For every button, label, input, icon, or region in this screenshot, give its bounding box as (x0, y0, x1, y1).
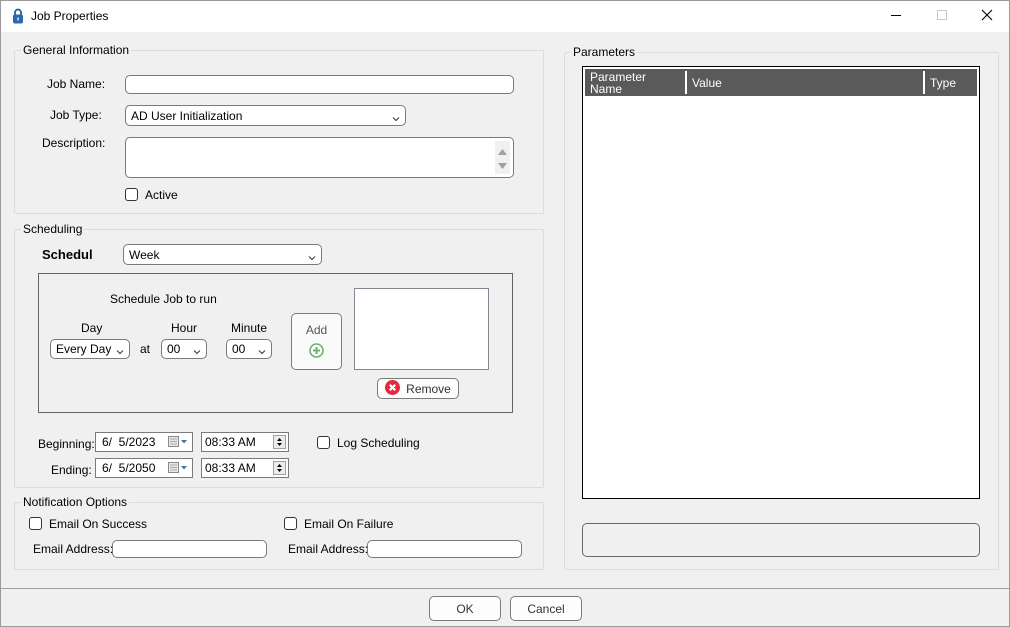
log-scheduling-label: Log Scheduling (337, 436, 420, 450)
hour-value: 00 (167, 342, 181, 356)
ending-label: Ending: (51, 463, 92, 477)
ending-date-value: 6/ 5/2050 (102, 461, 156, 475)
close-icon (981, 9, 993, 24)
window-title: Job Properties (31, 9, 109, 23)
notification-options-legend: Notification Options (21, 495, 130, 509)
add-circle-icon (309, 342, 324, 361)
beginning-date-picker[interactable]: 6/ 5/2023 (95, 432, 193, 452)
log-scheduling-checkbox[interactable] (317, 436, 330, 449)
minute-label: Minute (231, 321, 268, 335)
ok-label: OK (456, 601, 474, 616)
email-on-success-label: Email On Success (49, 517, 148, 531)
ending-time-picker[interactable]: 08:33 AM (201, 458, 289, 478)
minute-select[interactable]: 00 (226, 339, 272, 359)
column-header-label: Type (930, 75, 957, 90)
day-value: Every Day (56, 342, 112, 356)
add-schedule-button[interactable]: Add (291, 313, 342, 370)
chevron-down-icon (116, 345, 124, 355)
hour-label: Hour (171, 321, 198, 335)
calendar-dropdown-icon[interactable] (168, 436, 188, 451)
column-header-label: Parameter Name (590, 69, 647, 96)
minimize-button[interactable] (873, 1, 919, 32)
beginning-label: Beginning: (38, 437, 95, 451)
failure-email-label: Email Address: (288, 542, 369, 556)
minute-value: 00 (232, 342, 246, 356)
close-button[interactable] (964, 1, 1010, 32)
cancel-button[interactable]: Cancel (510, 596, 582, 621)
chevron-down-icon (392, 112, 400, 121)
success-email-input[interactable] (112, 540, 267, 558)
day-label: Day (81, 321, 103, 335)
ok-button[interactable]: OK (429, 596, 501, 621)
parameter-description-box (582, 523, 980, 557)
maximize-icon (936, 9, 948, 24)
schedule-label: Schedule (42, 247, 92, 262)
job-properties-window: Job Properties General Information Job N… (0, 0, 1010, 627)
minimize-icon (890, 9, 902, 24)
schedule-run-heading: Schedule Job to run (110, 292, 217, 306)
beginning-date-value: 6/ 5/2023 (102, 435, 156, 449)
remove-schedule-button[interactable]: Remove (377, 378, 459, 399)
calendar-dropdown-icon[interactable] (168, 462, 188, 477)
scroll-up-icon[interactable] (498, 144, 507, 158)
remove-label: Remove (406, 381, 451, 396)
scheduling-legend: Scheduling (21, 222, 85, 236)
chevron-down-icon (193, 345, 201, 355)
notification-options-group: Notification Options (14, 495, 544, 570)
footer-divider (1, 588, 1009, 589)
job-type-value: AD User Initialization (131, 108, 243, 123)
add-label: Add (305, 322, 328, 337)
general-information-legend: General Information (21, 43, 132, 57)
column-header-value[interactable]: Value (687, 69, 923, 96)
job-type-label: Job Type: (50, 108, 102, 122)
email-on-failure-checkbox[interactable] (284, 517, 297, 530)
chevron-down-icon (308, 251, 316, 260)
job-name-label: Job Name: (47, 77, 106, 91)
job-name-input[interactable] (125, 75, 514, 94)
chevron-down-icon (258, 345, 266, 355)
day-select[interactable]: Every Day (50, 339, 130, 359)
beginning-time-picker[interactable]: 08:33 AM (201, 432, 289, 452)
column-header-label: Value (692, 75, 722, 90)
active-checkbox[interactable] (125, 188, 138, 201)
active-label: Active (145, 188, 178, 202)
parameters-grid[interactable]: Parameter Name Value Type (582, 66, 980, 499)
column-header-parameter-name[interactable]: Parameter Name (585, 69, 685, 96)
description-textarea[interactable] (125, 137, 514, 178)
ending-date-picker[interactable]: 6/ 5/2050 (95, 458, 193, 478)
schedule-value: Week (129, 247, 160, 262)
cancel-label: Cancel (527, 601, 565, 616)
ending-time-spinner[interactable] (273, 461, 286, 475)
hour-select[interactable]: 00 (161, 339, 207, 359)
ending-time-value: 08:33 AM (205, 461, 256, 475)
remove-x-icon (385, 379, 401, 398)
maximize-button[interactable] (919, 1, 965, 32)
schedule-select[interactable]: Week (123, 244, 322, 265)
parameters-legend: Parameters (571, 45, 638, 59)
scroll-down-icon[interactable] (498, 158, 507, 172)
title-bar: Job Properties (1, 1, 1009, 32)
at-label: at (140, 342, 151, 356)
failure-email-input[interactable] (367, 540, 522, 558)
beginning-time-value: 08:33 AM (205, 435, 256, 449)
padlock-icon (12, 8, 24, 24)
email-on-success-checkbox[interactable] (29, 517, 42, 530)
email-on-failure-label: Email On Failure (304, 517, 394, 531)
success-email-label: Email Address: (33, 542, 114, 556)
description-scrollbar[interactable] (495, 141, 510, 174)
schedule-list[interactable] (354, 288, 489, 370)
job-type-select[interactable]: AD User Initialization (125, 105, 406, 126)
parameters-grid-header: Parameter Name Value Type (585, 69, 977, 96)
beginning-time-spinner[interactable] (273, 435, 286, 449)
column-header-type[interactable]: Type (925, 69, 979, 96)
description-label: Description: (42, 136, 106, 150)
